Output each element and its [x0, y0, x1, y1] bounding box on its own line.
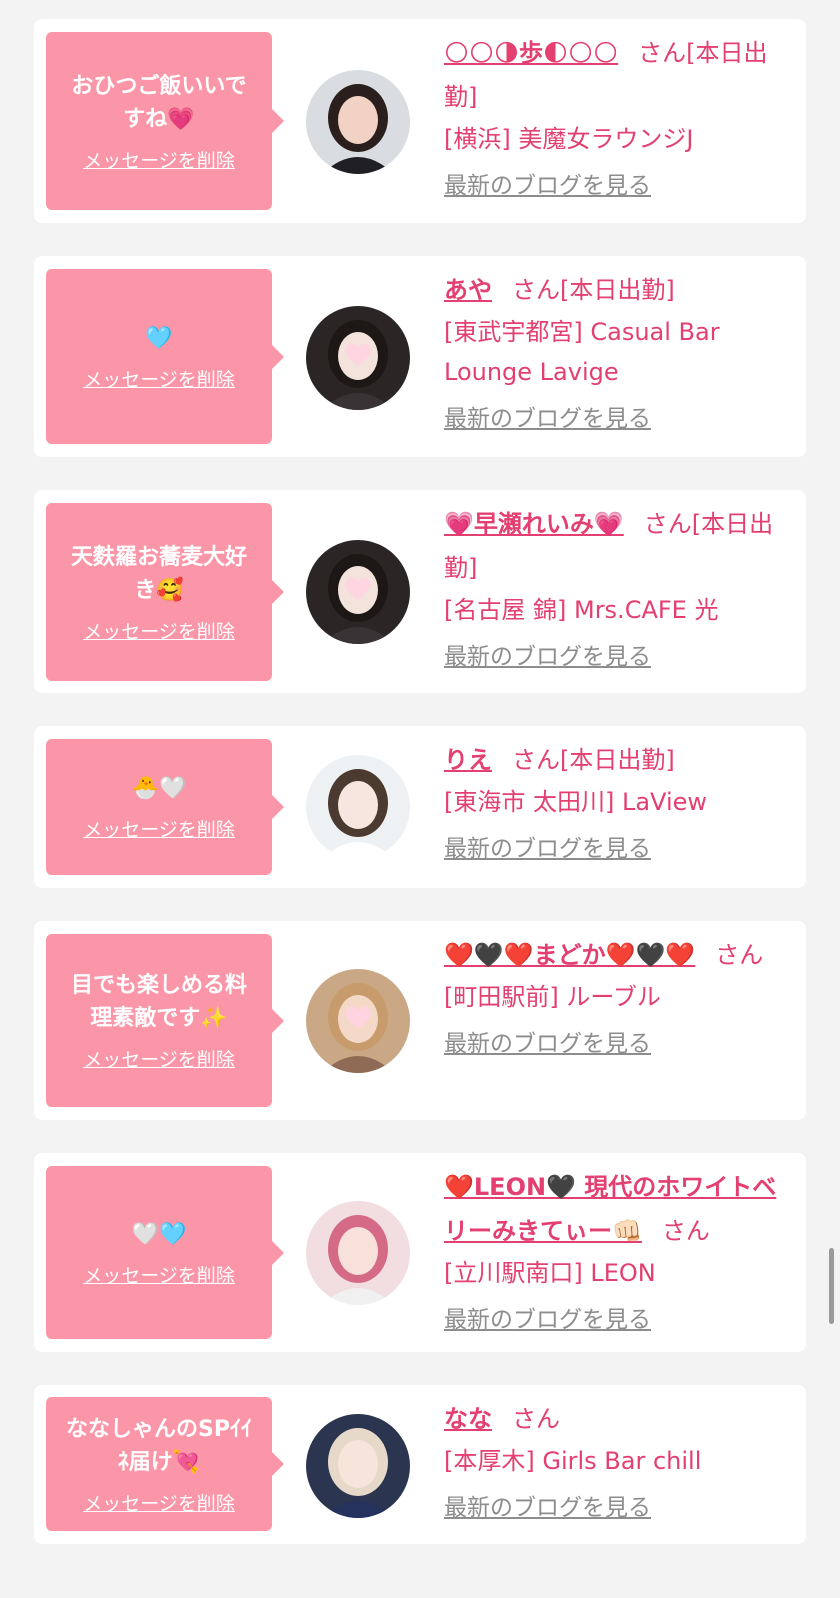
- message-bubble: おひつご飯いいで すね💗 メッセージを削除: [46, 32, 284, 210]
- cast-name-link[interactable]: りえ: [444, 746, 492, 774]
- cast-name-line: あや さん[本日出勤]: [444, 268, 796, 312]
- message-card: 🐣🤍 メッセージを削除 りえ さん[本日出勤] [東海市 太田川] LaView 最新のブ…: [34, 726, 806, 888]
- cast-info: ❤️🖤❤️まどか❤️🖤❤️ さん [町田駅前] ルーブル最新のブログを見る: [444, 933, 796, 1061]
- latest-blog-link[interactable]: 最新のブログを見る: [444, 402, 651, 436]
- cast-name-link[interactable]: 🌕🌕🌗歩🌓🌕🌕: [444, 39, 618, 67]
- delete-message-link[interactable]: メッセージを削除: [83, 1489, 235, 1516]
- delete-message-link[interactable]: メッセージを削除: [83, 815, 235, 842]
- shop-name: [横浜] 美魔女ラウンジJ: [444, 125, 694, 153]
- shop-name: [名古屋 錦] Mrs.CAFE 光: [444, 596, 719, 624]
- cast-name-link[interactable]: あや: [444, 276, 492, 304]
- cast-name-line: ❤️LEON🖤 現代のホワイトベリーみきてぃー👊🏻 さん: [444, 1165, 796, 1253]
- latest-blog-link[interactable]: 最新のブログを見る: [444, 1027, 651, 1061]
- cast-status: さん[本日出勤]: [512, 276, 675, 304]
- cast-avatar[interactable]: [306, 1201, 410, 1305]
- message-bubble: 🤍🩵 メッセージを削除: [46, 1166, 284, 1339]
- cast-status: さん: [512, 1405, 560, 1433]
- cast-avatar[interactable]: [306, 1414, 410, 1518]
- avatar-photo-heart-icon: [306, 306, 410, 410]
- cast-info: ❤️LEON🖤 現代のホワイトベリーみきてぃー👊🏻 さん [立川駅南口] LEON 最…: [444, 1165, 796, 1337]
- cast-name-link[interactable]: ❤️🖤❤️まどか❤️🖤❤️: [444, 941, 695, 969]
- shop-name: [立川駅南口] LEON: [444, 1259, 656, 1287]
- shop-name: [本厚木] Girls Bar chill: [444, 1447, 702, 1475]
- message-text: 目でも楽しめる料 理素敵です✨: [70, 973, 247, 1031]
- delete-message-link[interactable]: メッセージを削除: [83, 365, 235, 392]
- cast-name-line: なな さん: [444, 1397, 796, 1441]
- shop-name: [町田駅前] ルーブル: [444, 983, 661, 1011]
- cast-info: 🌕🌕🌗歩🌓🌕🌕 さん[本日出勤] [横浜] 美魔女ラウンジJ 最新のブログを見る: [444, 31, 796, 203]
- delete-message-link[interactable]: メッセージを削除: [83, 146, 235, 173]
- cast-info: 💗早瀬れいみ💗 さん[本日出勤] [名古屋 錦] Mrs.CAFE 光最新のブログを…: [444, 502, 796, 674]
- message-card: 🤍🩵 メッセージを削除 ❤️LEON🖤 現代のホワイトベリーみきてぃー👊🏻 さん [立川…: [34, 1153, 806, 1352]
- cast-avatar[interactable]: [306, 70, 410, 174]
- cast-name-link[interactable]: なな: [444, 1405, 492, 1433]
- message-text: 🐣🤍: [131, 776, 187, 801]
- message-bubble: 天麩羅お蕎麦大好 き🥰 メッセージを削除: [46, 503, 284, 681]
- avatar-photo-light-icon: [306, 755, 410, 859]
- message-bubble: 🐣🤍 メッセージを削除: [46, 739, 284, 875]
- message-card: 🩵 メッセージを削除 あや さん[本日出勤] [東武宇都宮] Casual Bar Lo…: [34, 256, 806, 457]
- avatar-photo-blonde-icon: [306, 969, 410, 1073]
- delete-message-link[interactable]: メッセージを削除: [83, 617, 235, 644]
- message-text: 天麩羅お蕎麦大好 き🥰: [70, 544, 247, 603]
- cast-avatar[interactable]: [306, 969, 410, 1073]
- cast-name-link[interactable]: 💗早瀬れいみ💗: [444, 510, 624, 538]
- latest-blog-link[interactable]: 最新のブログを見る: [444, 169, 651, 203]
- delete-message-link[interactable]: メッセージを削除: [83, 1045, 235, 1072]
- message-text: ななしゃんのSPｲｲ ﾈ届け💘: [66, 1416, 252, 1475]
- cast-name-line: ❤️🖤❤️まどか❤️🖤❤️ さん: [444, 933, 796, 977]
- shop-name: [東武宇都宮] Casual Bar Lounge Lavige: [444, 318, 720, 386]
- message-text: おひつご飯いいで すね💗: [71, 73, 247, 132]
- cast-info: りえ さん[本日出勤] [東海市 太田川] LaView 最新のブログを見る: [444, 738, 796, 866]
- cast-avatar[interactable]: [306, 755, 410, 859]
- cast-status: さん[本日出勤]: [512, 746, 675, 774]
- latest-blog-link[interactable]: 最新のブログを見る: [444, 1303, 651, 1337]
- delete-message-link[interactable]: メッセージを削除: [83, 1261, 235, 1288]
- cast-info: あや さん[本日出勤] [東武宇都宮] Casual Bar Lounge Lavi…: [444, 268, 796, 436]
- cast-status: さん: [715, 941, 764, 969]
- latest-blog-link[interactable]: 最新のブログを見る: [444, 832, 651, 866]
- cast-avatar[interactable]: [306, 540, 410, 644]
- message-text: 🩵: [145, 325, 173, 351]
- shop-name: [東海市 太田川] LaView: [444, 788, 708, 816]
- latest-blog-link[interactable]: 最新のブログを見る: [444, 1491, 651, 1525]
- scrollbar[interactable]: [829, 1248, 834, 1324]
- message-card: 目でも楽しめる料 理素敵です✨ メッセージを削除 ❤️🖤❤️まどか❤️🖤❤️ さん [町…: [34, 921, 806, 1120]
- cast-status: さん: [661, 1217, 710, 1245]
- avatar-photo-blue-icon: [306, 1414, 410, 1518]
- cast-info: なな さん [本厚木] Girls Bar chill 最新のブログを見る: [444, 1397, 796, 1525]
- avatar-photo-heart-icon: [306, 540, 410, 644]
- message-bubble: ななしゃんのSPｲｲ ﾈ届け💘 メッセージを削除: [46, 1397, 284, 1531]
- message-card: 天麩羅お蕎麦大好 き🥰 メッセージを削除 💗早瀬れいみ💗 さん[本日出勤] [名古屋 錦…: [34, 490, 806, 693]
- cast-name-line: 💗早瀬れいみ💗 さん[本日出勤]: [444, 502, 796, 590]
- message-bubble: 🩵 メッセージを削除: [46, 269, 284, 444]
- cast-name-line: 🌕🌕🌗歩🌓🌕🌕 さん[本日出勤]: [444, 31, 796, 119]
- message-text: 🤍🩵: [131, 1221, 187, 1247]
- avatar-photo-suit-icon: [306, 70, 410, 174]
- latest-blog-link[interactable]: 最新のブログを見る: [444, 640, 651, 674]
- avatar-photo-pink-icon: [306, 1201, 410, 1305]
- message-card: ななしゃんのSPｲｲ ﾈ届け💘 メッセージを削除 なな さん [本厚木] Girls B…: [34, 1385, 806, 1544]
- message-bubble: 目でも楽しめる料 理素敵です✨ メッセージを削除: [46, 934, 284, 1107]
- cast-name-link[interactable]: ❤️LEON🖤 現代のホワイトベリーみきてぃー👊🏻: [444, 1173, 776, 1245]
- cast-avatar[interactable]: [306, 306, 410, 410]
- message-card: おひつご飯いいで すね💗 メッセージを削除 🌕🌕🌗歩🌓🌕🌕 さん[本日出勤] [横浜] …: [34, 19, 806, 223]
- cast-name-line: りえ さん[本日出勤]: [444, 738, 796, 782]
